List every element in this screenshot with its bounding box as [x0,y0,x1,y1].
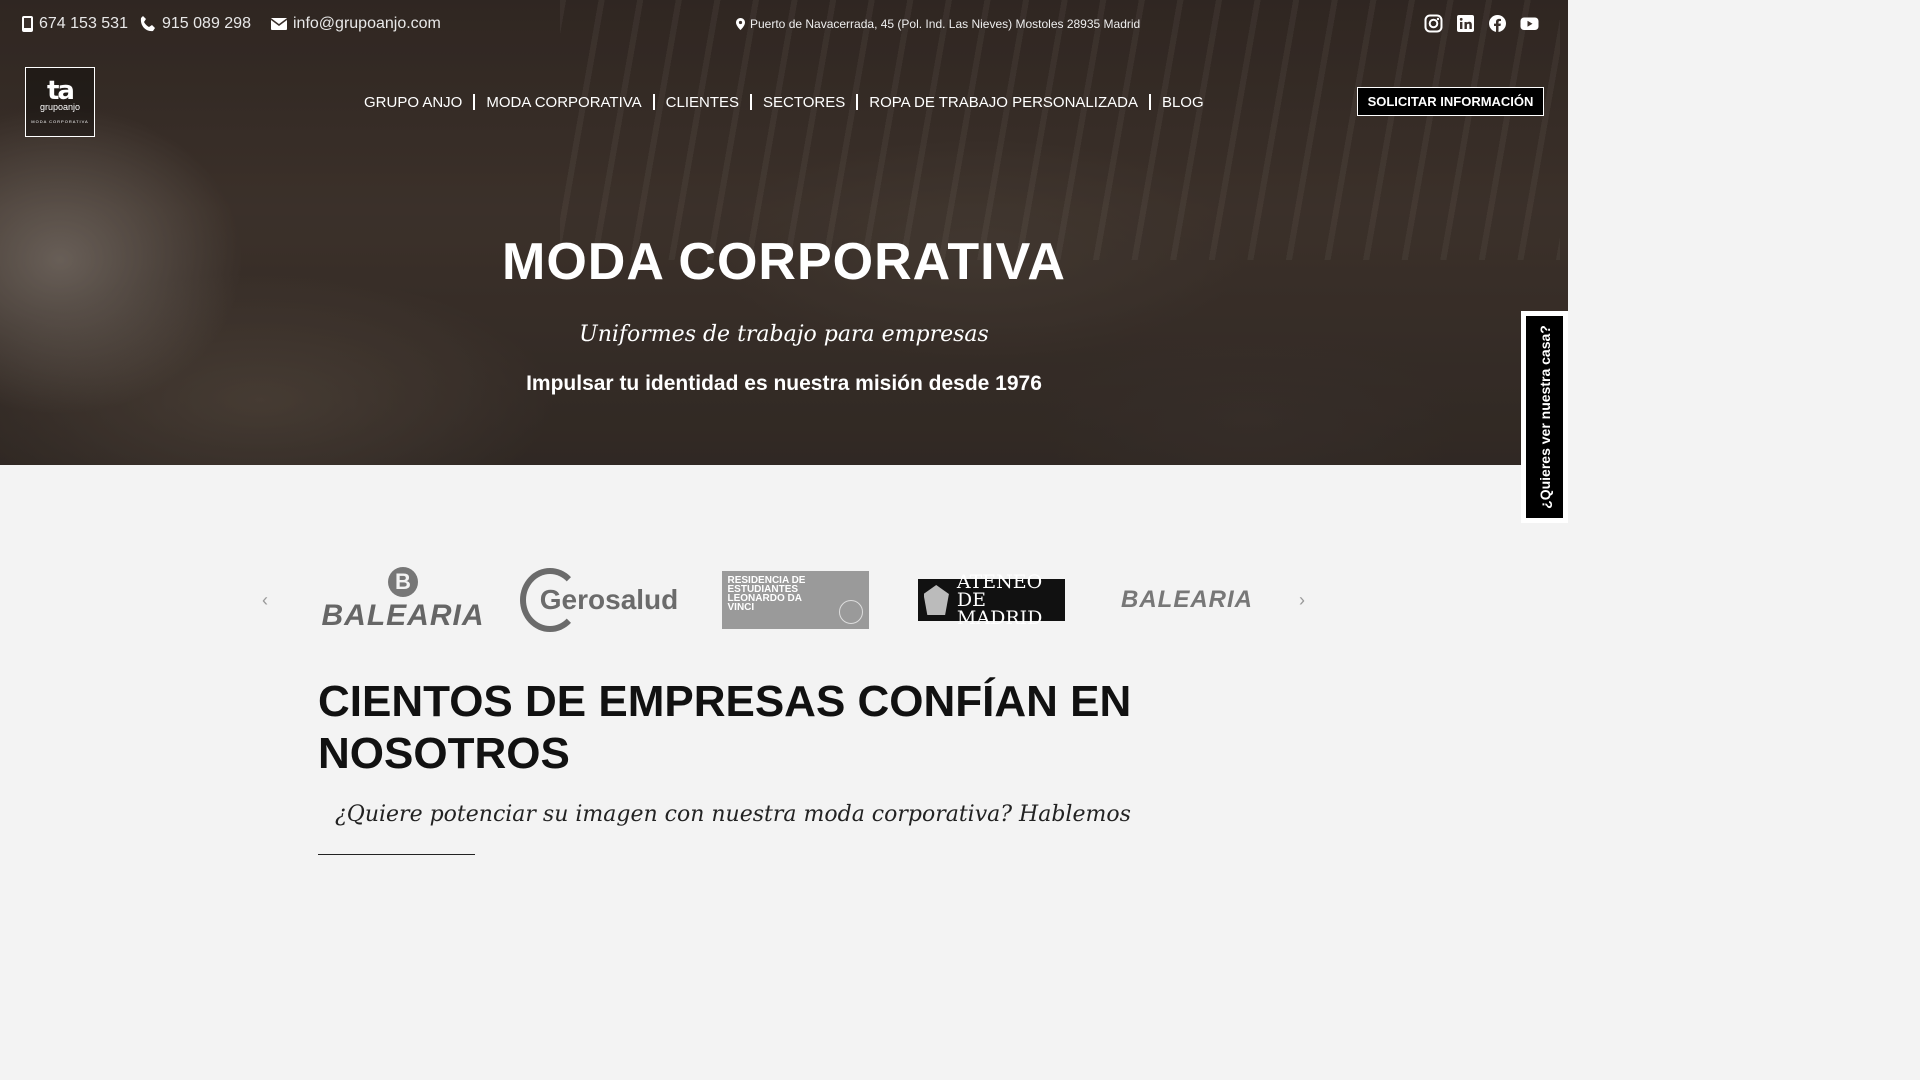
mobile-contact[interactable]: 674 153 531 [22,15,128,33]
mobile-number: 674 153 531 [39,15,128,32]
address[interactable]: Puerto de Navacerrada, 45 (Pol. Ind. Las… [736,17,1140,31]
email-contact[interactable]: info@grupoanjo.com [271,15,441,33]
email-address: info@grupoanjo.com [293,15,441,32]
nav-grupo-anjo[interactable]: GRUPO ANJO [358,94,468,111]
visit-house-tab[interactable]: ¿Quieres ver nuestra casa? [1521,311,1568,523]
ateneo-wordmark: ATENEO DE MADRID [956,571,1043,629]
nav-moda-corporativa[interactable]: MODA CORPORATIVA [480,94,647,111]
client-logo-gerosalud: Gerosalud [519,560,678,640]
grupoanjo-logo[interactable]: ta grupoanjo MODA CORPORATIVA [25,67,95,137]
hero-tagline: Impulsar tu identidad es nuestra misión … [526,372,1042,395]
social-links [1424,14,1539,33]
nav-separator [1148,94,1151,110]
youtube-icon[interactable] [1520,14,1539,33]
address-text: Puerto de Navacerrada, 45 (Pol. Ind. Las… [750,17,1141,31]
nav-separator [750,94,753,110]
mail-icon [271,18,287,30]
hero-section: 674 153 531 915 089 298 info@grupoanjo.c… [0,0,1568,465]
linkedin-icon[interactable] [1456,14,1475,33]
ateneo-crest-icon [923,585,949,615]
residencia-wordmark: RESIDENCIA DE ESTUDIANTES LEONARDO DA VI… [727,575,806,613]
nav-ropa-trabajo[interactable]: ROPA DE TRABAJO PERSONALIZADA [863,94,1144,111]
carousel-next-button[interactable]: › [1292,590,1312,610]
balearia-wordmark: BALEARIA [1121,586,1253,613]
phone-contact[interactable]: 915 089 298 [140,15,251,33]
balearia-mark: B [388,567,418,597]
instagram-icon[interactable] [1424,14,1443,33]
logo-name: grupoanjo [39,102,81,112]
client-logos-carousel: ‹ B BALEARIA Gerosalud RESIDENCIA DE EST… [250,560,1318,640]
section-subtitle: ¿Quiere potenciar su imagen con nuestra … [335,802,1131,827]
phone-icon [140,16,155,32]
top-bar: 674 153 531 915 089 298 info@grupoanjo.c… [0,0,1568,50]
gerosalud-wordmark: Gerosalud [539,584,679,615]
nav-blog[interactable]: BLOG [1156,94,1210,111]
nav-separator [473,94,476,110]
client-logo-balearia-2: BALEARIA [1113,560,1261,640]
client-logo-balearia: B BALEARIA [322,560,484,640]
carousel-prev-button[interactable]: ‹ [255,590,275,610]
nav-sectores[interactable]: SECTORES [757,94,851,111]
section-divider [318,854,475,855]
visit-house-label: ¿Quieres ver nuestra casa? [1536,325,1553,509]
nav-separator [856,94,859,110]
facebook-icon[interactable] [1488,14,1507,33]
request-info-button[interactable]: SOLICITAR INFORMACIÓN [1357,87,1544,116]
client-logo-residencia: RESIDENCIA DE ESTUDIANTES LEONARDO DA VI… [721,560,869,640]
main-nav: GRUPO ANJO MODA CORPORATIVA CLIENTES SEC… [358,92,1210,112]
logo-tagline: MODA CORPORATIVA [31,119,89,124]
phone-number: 915 089 298 [162,15,251,32]
map-pin-icon [736,18,745,30]
nav-separator [652,94,655,110]
nav-clientes[interactable]: CLIENTES [660,94,745,111]
logo-mark: ta [47,76,75,106]
hero-subtitle: Uniformes de trabajo para empresas [579,322,989,347]
balearia-wordmark: BALEARIA [321,599,485,632]
mobile-icon [22,16,33,32]
client-logo-ateneo: ATENEO DE MADRID [917,560,1065,640]
hero-title: MODA CORPORATIVA [502,233,1066,291]
section-title: CIENTOS DE EMPRESAS CONFÍAN EN NOSOTROS [318,677,1132,778]
